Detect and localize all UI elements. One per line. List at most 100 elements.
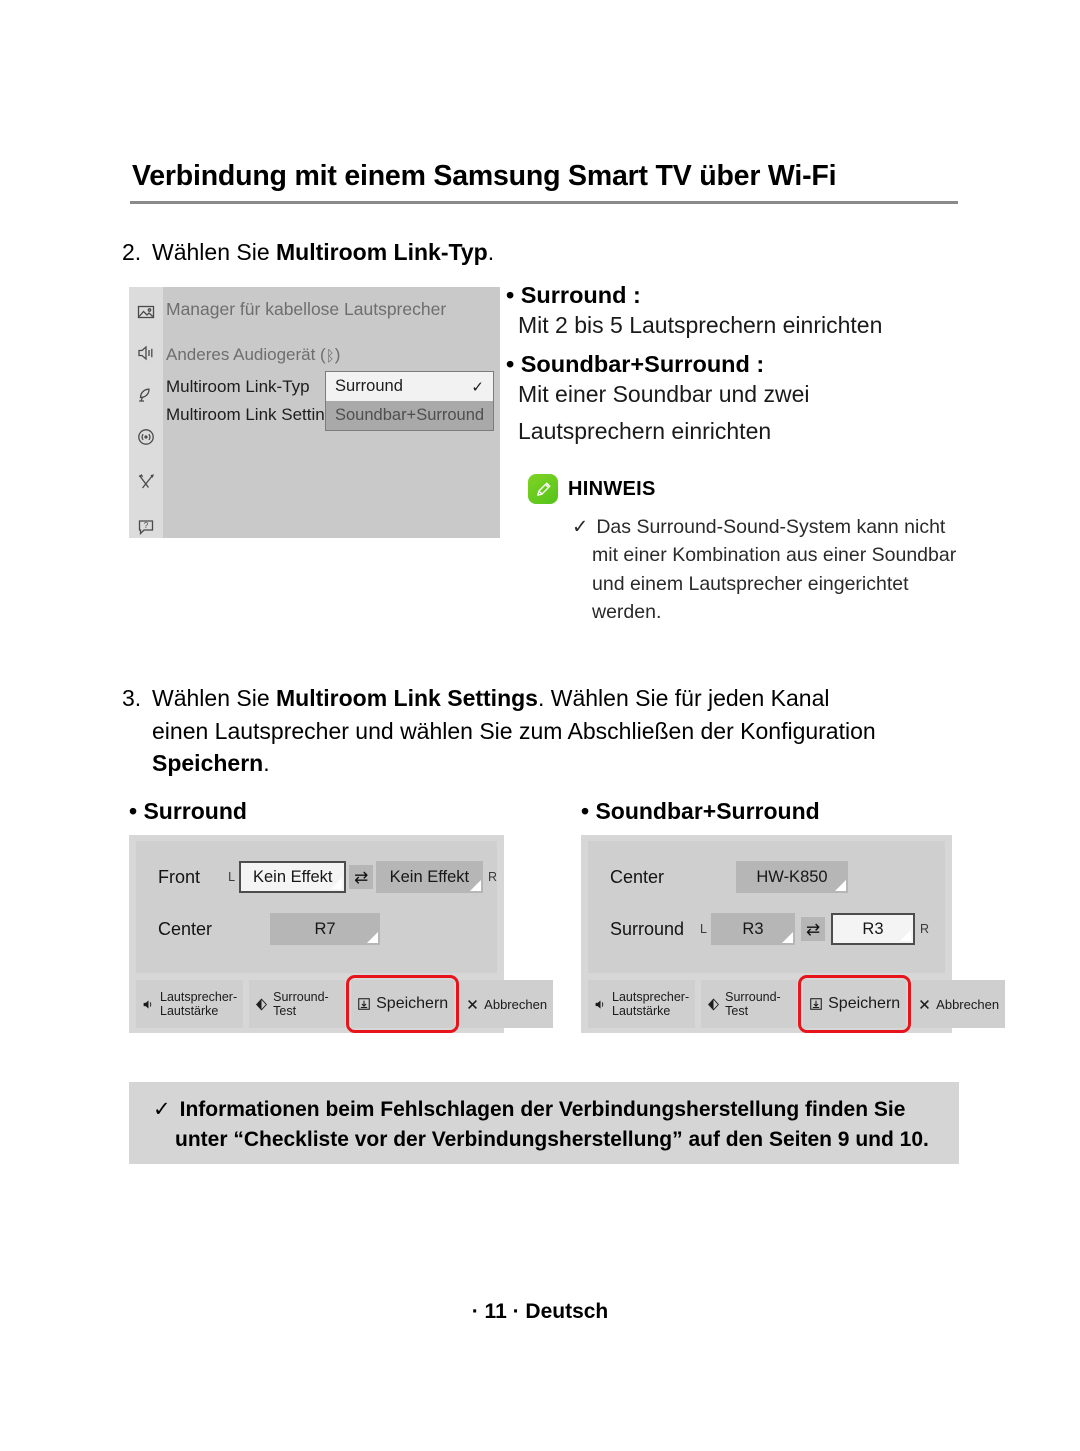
page-header: Verbindung mit einem Samsung Smart TV üb… [130,160,958,204]
row-center-dropdown[interactable]: R7 [270,913,380,945]
surround-test-label: Surround-Test [273,990,329,1018]
cancel-button[interactable]: Abbrechen [912,980,1006,1028]
step-2: 2. Wählen Sie Multiroom Link-Typ. [122,238,962,267]
panel-surround-title: • Surround [129,798,247,824]
dropdown-corner-icon [469,880,481,891]
page-footer: · 11 · Deutsch [471,1300,609,1323]
picture-icon[interactable] [133,301,159,324]
dropdown-corner-icon [781,932,793,943]
cancel-label: Abbrechen [484,996,548,1012]
checkmark-icon: ✓ [471,378,484,396]
note-block: HINWEIS ✓ Das Surround-Sound-System kann … [528,474,958,626]
support-icon[interactable]: ? [133,515,159,538]
row-center-label: Center [158,918,213,939]
panel-soundbar-surround: • Soundbar+Surround Center HW-K850 Surro… [581,798,1006,1033]
step-3-line3-bold: Speichern [152,750,264,777]
step-3-line1-b: . Wählen Sie für jeden Kanal [537,685,830,711]
save-button[interactable]: Speichern [346,975,460,1033]
option-surround-title: • Surround : [506,282,641,308]
broadcast-icon[interactable] [133,425,159,448]
option-soundbar-surround-title: • Soundbar+Surround : [506,350,765,377]
tv-menu-sidebar: ? [129,287,163,538]
note-label: HINWEIS [568,477,656,500]
tv-menu-item-multiroom-link-settings[interactable]: Multiroom Link Settings [166,405,343,425]
pencil-note-icon [528,474,558,504]
step-3-line1-bold: Multiroom Link Settings [276,685,538,711]
option-soundbar-surround-desc-2: Lautsprechern einrichten [518,417,772,444]
svg-text:?: ? [144,521,149,530]
dropdown-corner-icon [331,878,343,889]
note-header: HINWEIS [528,474,958,504]
header-rule [130,201,958,204]
manual-page: Verbindung mit einem Samsung Smart TV üb… [0,0,1080,1451]
row-surround-left-value: R3 [742,919,764,938]
step-3-line1-a: Wählen Sie [152,685,277,711]
row-surround-left-dropdown[interactable]: R3 [710,913,795,945]
save-label: Speichern [828,995,901,1012]
tv-menu-title: Manager für kabellose Lautsprecher [166,299,447,319]
note-tick-icon: ✓ [572,516,589,538]
option-surround-desc: Mit 2 bis 5 Lautsprechern einrichten [518,312,883,339]
bluetooth-icon: ᛒ [325,348,335,365]
surround-test-icon [707,998,720,1011]
swap-icon[interactable]: ⇄ [349,865,373,889]
step-3-line2: einen Lautsprecher und wählen Sie zum Ab… [152,717,876,744]
link-type-options: • Surround : Mit 2 bis 5 Lautsprechern e… [506,281,961,454]
panel-surround-buttons: Lautsprecher- Lautstärke Surround-Test Sp… [136,975,554,1033]
speaker-volume-icon [142,998,155,1011]
surround-test-button[interactable]: Surround-Test [701,980,798,1028]
dropdown-corner-icon [367,932,378,943]
row-surround-left-mark: L [700,922,707,936]
row-surround-right-dropdown[interactable]: R3 [830,913,915,945]
speaker-volume-label: Lautsprecher- Lautstärke [612,989,690,1018]
page-title: Verbindung mit einem Samsung Smart TV üb… [132,160,837,192]
panel-surround-body: Front L Kein Effekt ⇄ Kein Effekt R Cent… [129,835,554,1033]
save-button[interactable]: Speichern [798,975,912,1033]
swap-icon[interactable]: ⇄ [800,917,825,941]
info-box-line-2: unter “Checkliste vor der Verbindungsher… [175,1127,929,1151]
satellite-dish-icon[interactable] [133,383,159,406]
speaker-volume-icon [594,998,607,1011]
speaker-volume-button[interactable]: Lautsprecher- Lautstärke [136,980,244,1028]
sound-icon[interactable] [133,342,159,365]
panel-soundbar-surround-buttons: Lautsprecher- Lautstärke Surround-Test Sp… [588,975,1006,1033]
row-front-left-dropdown[interactable]: Kein Effekt [239,861,347,893]
row-front-left-value: Kein Effekt [253,867,333,886]
dropdown-corner-icon [899,930,911,941]
tv-menu-screenshot: ? Manager für kabellose Lautsprecher And… [129,287,500,538]
info-box: ✓ Informationen beim Fehlschlagen der Ver… [129,1082,959,1164]
speaker-volume-button[interactable]: Lautsprecher- Lautstärke [588,980,696,1028]
tv-menu-item-other-audio[interactable]: Anderes Audiogerät (ᛒ) [166,345,340,365]
step-2-number: 2. [122,239,142,265]
tools-icon[interactable] [133,470,159,493]
save-icon [809,997,823,1011]
panel-soundbar-surround-title: • Soundbar+Surround [581,798,820,824]
step-2-text-before: Wählen Sie [152,239,277,265]
info-box-tick-icon: ✓ [153,1098,171,1121]
panel-surround: • Surround Front L Kein Effekt ⇄ Kein Ef… [129,798,554,1033]
panel-soundbar-surround-body: Center HW-K850 Surround L R3 ⇄ R3 R Laut… [581,835,1006,1033]
save-icon [357,997,371,1011]
dropdown-option-surround-label: Surround [335,377,403,395]
row-front-label: Front [158,866,201,887]
row-center-dropdown[interactable]: HW-K850 [736,861,848,893]
cancel-button[interactable]: Abbrechen [460,980,554,1028]
step-2-text-after: . [487,239,495,265]
row-center-label: Center [610,866,665,887]
option-soundbar-surround-desc-1: Mit einer Soundbar und zwei [518,381,810,408]
tv-menu-item-multiroom-link-typ[interactable]: Multiroom Link-Typ [166,377,310,397]
step-3-number: 3. [122,685,142,711]
row-front-right-dropdown[interactable]: Kein Effekt [375,861,483,893]
cancel-x-icon [918,998,931,1011]
surround-test-label: Surround-Test [725,990,781,1018]
row-surround-right-mark: R [919,922,929,936]
note-text-content: Das Surround-Sound-System kann nicht mit… [592,516,957,623]
surround-test-button[interactable]: Surround-Test [249,980,346,1028]
panel-surround-inner: Front L Kein Effekt ⇄ Kein Effekt R Cent… [136,841,497,973]
step-3: 3. Wählen Sie Multiroom Link Settings. Wä… [122,682,967,780]
dropdown-option-soundbar-surround[interactable]: Soundbar+Surround [326,401,493,430]
dropdown-option-surround[interactable]: Surround ✓ [326,372,493,401]
surround-test-icon [255,998,268,1011]
note-text: ✓ Das Surround-Sound-System kann nicht mi… [572,513,958,626]
row-surround-right-value: R3 [862,919,884,938]
